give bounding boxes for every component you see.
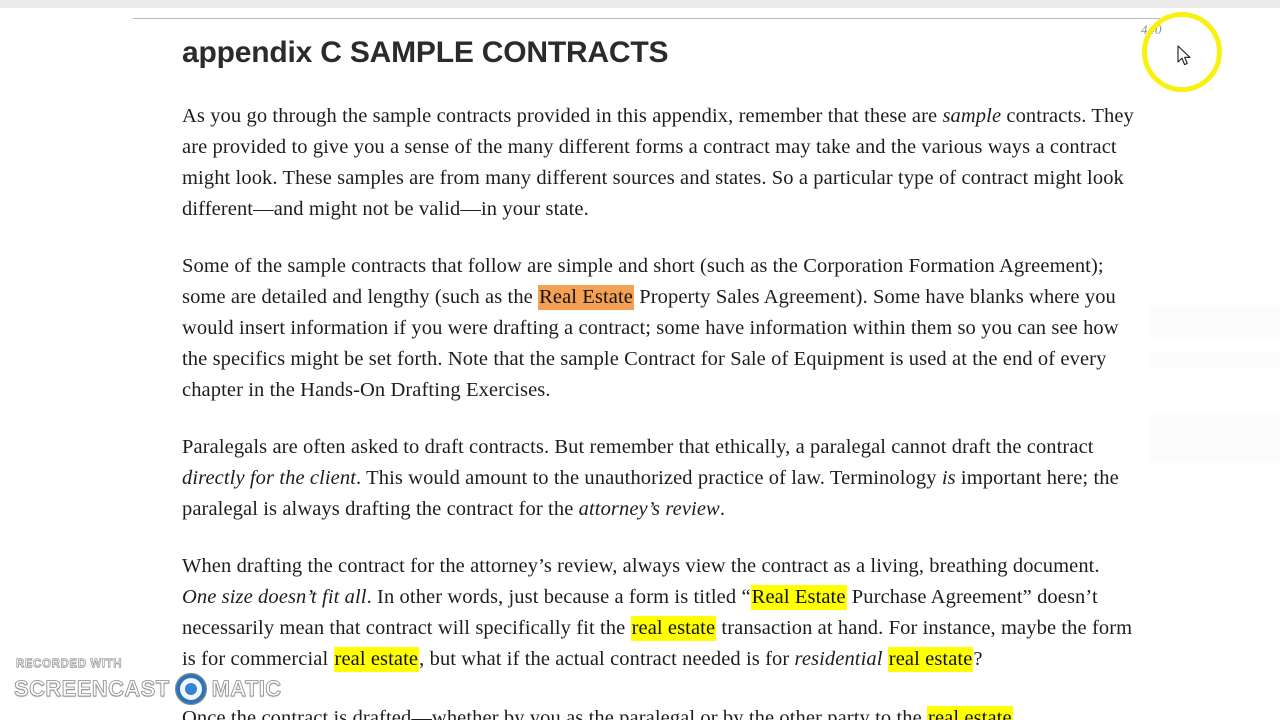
emphasis-text: attorney’s review: [578, 498, 720, 520]
highlight-yellow: real estate: [927, 706, 1013, 720]
running-header-rule: [133, 18, 1160, 19]
ghost-panel: [1151, 352, 1280, 368]
emphasis-text: is: [941, 467, 956, 489]
highlight-yellow: real estate: [333, 647, 420, 672]
highlight-orange: Real Estate: [538, 285, 634, 310]
emphasis-text: sample: [942, 105, 1002, 127]
watermark-brand: SCREENCAST MATIC: [14, 672, 282, 706]
page-title: appendix C SAMPLE CONTRACTS: [182, 36, 1134, 69]
watermark-brand-right: MATIC: [211, 676, 282, 701]
emphasis-text: residential: [794, 648, 883, 670]
page-number: 440: [1141, 22, 1162, 37]
paragraph: Some of the sample contracts that follow…: [182, 255, 1119, 401]
ghost-panel: [1151, 415, 1280, 463]
paragraph: As you go through the sample contracts p…: [182, 105, 1134, 220]
highlight-yellow: Real Estate: [750, 585, 847, 610]
highlight-yellow: real estate: [887, 647, 974, 672]
mouse-cursor-icon: [1177, 45, 1193, 67]
page-title-lead: appendix: [182, 36, 313, 69]
document-content: appendix C SAMPLE CONTRACTS As you go th…: [182, 36, 1134, 675]
document-page: 440 appendix C SAMPLE CONTRACTS As you g…: [0, 0, 1280, 720]
highlight-yellow: real estate: [630, 616, 717, 641]
screencast-target-icon: [174, 672, 208, 706]
watermark-brand-left: SCREENCAST: [14, 676, 170, 701]
emphasis-text: directly for the client: [182, 467, 357, 489]
window-top-strip: [0, 0, 1280, 8]
paragraph-clipped: Once the contract is drafted—whether by …: [182, 703, 1134, 720]
ghost-panel: [1151, 305, 1280, 337]
paragraph: Paralegals are often asked to draft cont…: [182, 436, 1119, 520]
page-title-main: C SAMPLE CONTRACTS: [312, 36, 669, 69]
paragraph: When drafting the contract for the attor…: [182, 555, 1133, 672]
emphasis-text: One size doesn’t fit all: [182, 586, 367, 608]
